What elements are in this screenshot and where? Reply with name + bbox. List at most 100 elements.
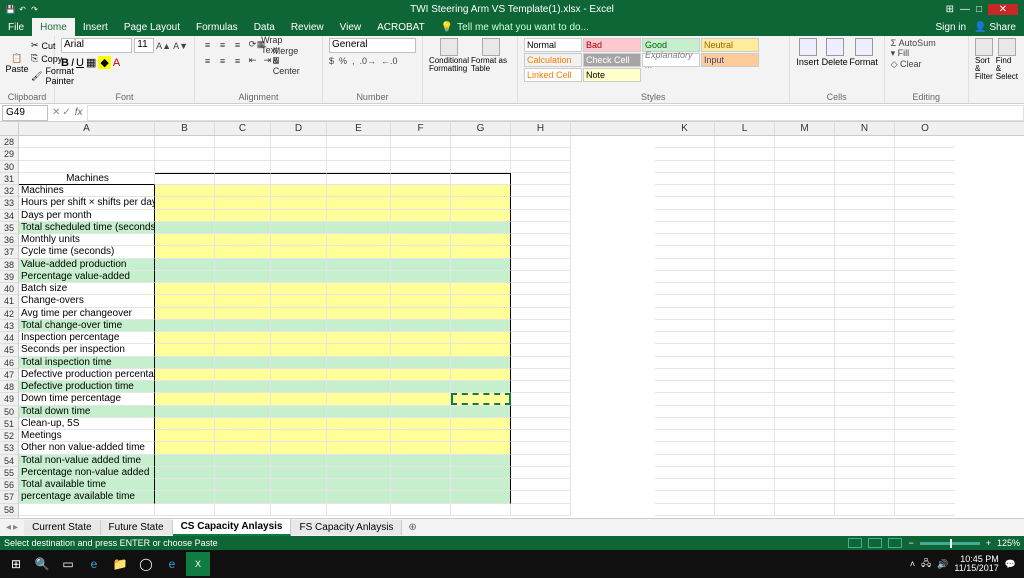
cell-F46[interactable] bbox=[391, 357, 451, 369]
cell-E40[interactable] bbox=[327, 283, 391, 295]
cell-F33[interactable] bbox=[391, 197, 451, 209]
cell-H30[interactable] bbox=[511, 161, 571, 173]
cell-H38[interactable] bbox=[511, 259, 571, 271]
cell-F44[interactable] bbox=[391, 332, 451, 344]
cell-N33[interactable] bbox=[835, 197, 895, 209]
tab-insert[interactable]: Insert bbox=[75, 18, 116, 36]
cell-K31[interactable] bbox=[655, 173, 715, 185]
cell-A29[interactable] bbox=[19, 148, 155, 160]
cell-D49[interactable] bbox=[271, 393, 327, 405]
cell-E52[interactable] bbox=[327, 430, 391, 442]
cell-C43[interactable] bbox=[215, 320, 271, 332]
row-header-41[interactable]: 41 bbox=[0, 295, 18, 307]
cell-C57[interactable] bbox=[215, 491, 271, 503]
cell-E45[interactable] bbox=[327, 344, 391, 356]
cell-B47[interactable] bbox=[155, 369, 215, 381]
cell-E47[interactable] bbox=[327, 369, 391, 381]
cell-C42[interactable] bbox=[215, 308, 271, 320]
cell-F41[interactable] bbox=[391, 295, 451, 307]
cell-G43[interactable] bbox=[451, 320, 511, 332]
cell-E51[interactable] bbox=[327, 418, 391, 430]
cell-K53[interactable] bbox=[655, 442, 715, 454]
cell-L57[interactable] bbox=[715, 491, 775, 503]
cell-A37[interactable]: Cycle time (seconds) bbox=[19, 246, 155, 258]
cell-D56[interactable] bbox=[271, 479, 327, 491]
cell-C41[interactable] bbox=[215, 295, 271, 307]
cell-L32[interactable] bbox=[715, 185, 775, 197]
cell-A58[interactable] bbox=[19, 504, 155, 516]
cell-E58[interactable] bbox=[327, 504, 391, 516]
insert-cells-button[interactable]: Insert bbox=[796, 38, 820, 67]
cell-N29[interactable] bbox=[835, 148, 895, 160]
cell-L47[interactable] bbox=[715, 369, 775, 381]
cell-A35[interactable]: Total scheduled time (seconds) bbox=[19, 222, 155, 234]
tab-nav-prev-icon[interactable]: ◂ bbox=[6, 522, 11, 533]
enter-icon[interactable]: ✓ bbox=[62, 107, 70, 118]
cell-K54[interactable] bbox=[655, 455, 715, 467]
cell-K49[interactable] bbox=[655, 393, 715, 405]
comma-icon[interactable]: , bbox=[352, 56, 355, 66]
cell-M29[interactable] bbox=[775, 148, 835, 160]
cell-M31[interactable] bbox=[775, 173, 835, 185]
cell-L33[interactable] bbox=[715, 197, 775, 209]
currency-icon[interactable]: $ bbox=[329, 56, 334, 66]
cell-H52[interactable] bbox=[511, 430, 571, 442]
cell-G55[interactable] bbox=[451, 467, 511, 479]
cell-F29[interactable] bbox=[391, 148, 451, 160]
cell-G40[interactable] bbox=[451, 283, 511, 295]
tab-view[interactable]: View bbox=[332, 18, 370, 36]
cell-B44[interactable] bbox=[155, 332, 215, 344]
cell-H32[interactable] bbox=[511, 185, 571, 197]
cell-K55[interactable] bbox=[655, 467, 715, 479]
notifications-icon[interactable]: 💬 bbox=[1005, 559, 1016, 570]
view-page-layout-icon[interactable] bbox=[868, 538, 882, 548]
cell-K28[interactable] bbox=[655, 136, 715, 148]
cell-F32[interactable] bbox=[391, 185, 451, 197]
align-mid-icon[interactable]: ≡ bbox=[216, 38, 229, 51]
cell-H56[interactable] bbox=[511, 479, 571, 491]
cell-K39[interactable] bbox=[655, 271, 715, 283]
cell-L31[interactable] bbox=[715, 173, 775, 185]
cell-C49[interactable] bbox=[215, 393, 271, 405]
fill-color-button[interactable]: ◆ bbox=[98, 56, 110, 69]
cell-H42[interactable] bbox=[511, 308, 571, 320]
cell-F55[interactable] bbox=[391, 467, 451, 479]
cell-C30[interactable] bbox=[215, 161, 271, 173]
row-header-43[interactable]: 43 bbox=[0, 320, 18, 332]
cell-L50[interactable] bbox=[715, 406, 775, 418]
explorer-icon[interactable]: 📁 bbox=[108, 552, 132, 576]
cell-K52[interactable] bbox=[655, 430, 715, 442]
cell-E38[interactable] bbox=[327, 259, 391, 271]
cell-A44[interactable]: Inspection percentage bbox=[19, 332, 155, 344]
cell-L29[interactable] bbox=[715, 148, 775, 160]
cell-B39[interactable] bbox=[155, 271, 215, 283]
cell-M32[interactable] bbox=[775, 185, 835, 197]
cell-A46[interactable]: Total inspection time bbox=[19, 357, 155, 369]
cell-H46[interactable] bbox=[511, 357, 571, 369]
cell-C40[interactable] bbox=[215, 283, 271, 295]
cell-K32[interactable] bbox=[655, 185, 715, 197]
cell-K34[interactable] bbox=[655, 210, 715, 222]
cell-N46[interactable] bbox=[835, 357, 895, 369]
cell-D45[interactable] bbox=[271, 344, 327, 356]
cell-H48[interactable] bbox=[511, 381, 571, 393]
row-header-52[interactable]: 52 bbox=[0, 430, 18, 442]
cell-M45[interactable] bbox=[775, 344, 835, 356]
cell-D48[interactable] bbox=[271, 381, 327, 393]
cell-G45[interactable] bbox=[451, 344, 511, 356]
clock-time[interactable]: 10:45 PM bbox=[954, 555, 998, 564]
cell-A42[interactable]: Avg time per changeover bbox=[19, 308, 155, 320]
clear-button[interactable]: ◇ Clear bbox=[891, 59, 922, 70]
align-bot-icon[interactable]: ≡ bbox=[231, 38, 244, 51]
cell-D39[interactable] bbox=[271, 271, 327, 283]
cell-N28[interactable] bbox=[835, 136, 895, 148]
cell-O51[interactable] bbox=[895, 418, 955, 430]
cell-D42[interactable] bbox=[271, 308, 327, 320]
cell-B29[interactable] bbox=[155, 148, 215, 160]
cell-M34[interactable] bbox=[775, 210, 835, 222]
cell-L36[interactable] bbox=[715, 234, 775, 246]
style-note[interactable]: Note bbox=[583, 68, 641, 82]
cell-G50[interactable] bbox=[451, 406, 511, 418]
row-header-47[interactable]: 47 bbox=[0, 369, 18, 381]
cell-C32[interactable] bbox=[215, 185, 271, 197]
